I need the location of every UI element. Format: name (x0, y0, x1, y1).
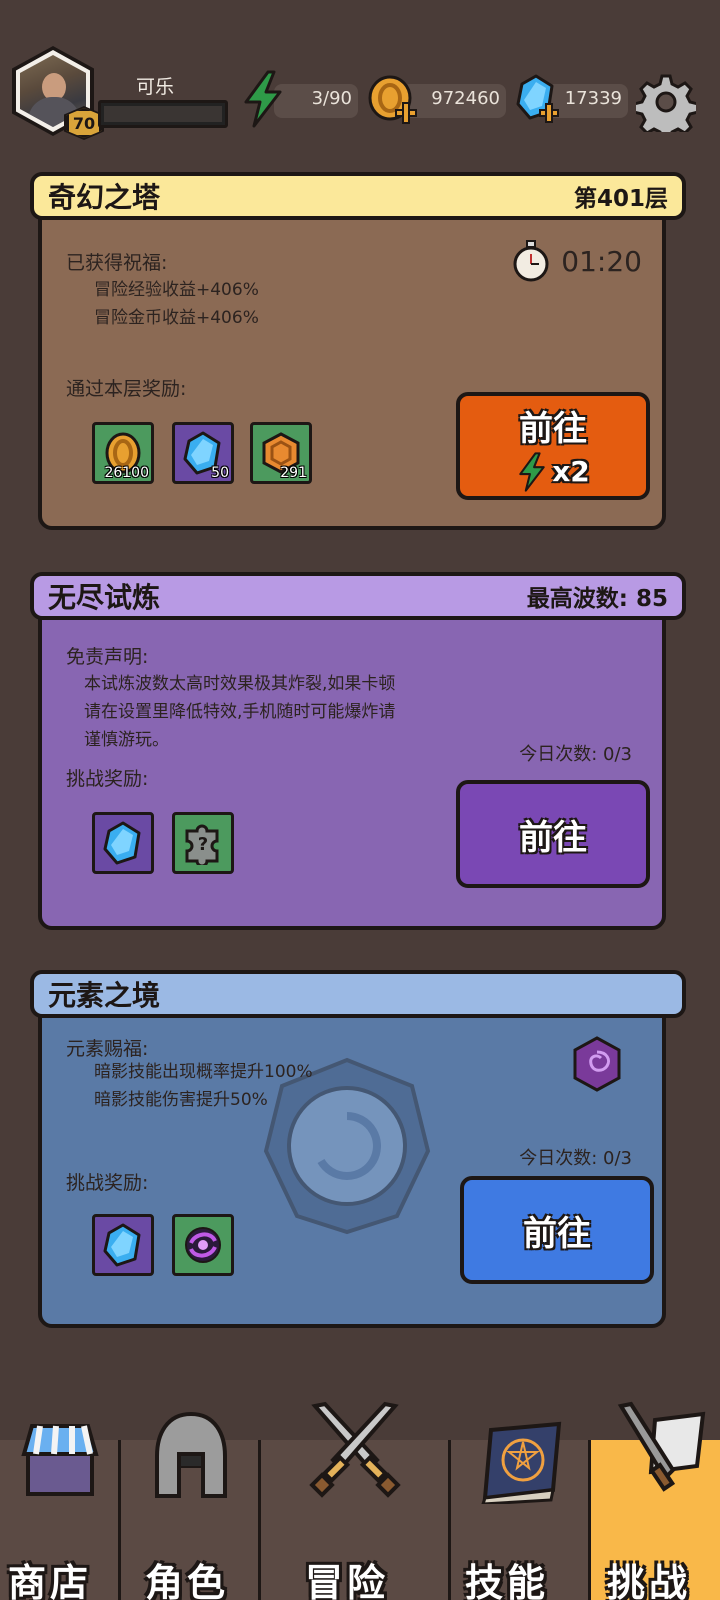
tab-skills-label: 技能 (465, 1561, 550, 1600)
tower-card: 已获得祝福: 冒险经验收益+406% 冒险金币收益+406% 01:20 通过本… (38, 206, 666, 530)
tower-go-label: 前往 (519, 408, 587, 449)
endless-disclaimer-line-2: 请在设置里降低特效,手机随时可能爆炸请 (84, 702, 396, 722)
tab-adventure[interactable]: 冒险 (258, 1401, 448, 1600)
gold-coin-plus-icon[interactable] (366, 74, 418, 128)
lightning-icon (519, 451, 545, 492)
tower-blessing-2: 冒险金币收益+406% (94, 308, 259, 328)
xp-bar-track (104, 106, 222, 122)
tab-character-label: 角色 (145, 1561, 230, 1600)
avatar[interactable]: 70 (12, 46, 104, 140)
shadow-vortex-icon (185, 1227, 221, 1263)
tower-reward-label: 通过本层奖励: (66, 378, 187, 400)
element-today-count: 今日次数: 0/3 (519, 1148, 632, 1169)
element-go-button[interactable]: 前往 (460, 1176, 654, 1284)
tab-challenge-label: 挑战 (607, 1561, 692, 1600)
tab-skills[interactable]: 技能 (448, 1421, 588, 1600)
element-reward-shadow[interactable] (172, 1214, 234, 1276)
tower-floor: 第401层 (573, 186, 668, 212)
tower-go-button[interactable]: 前往 x2 (456, 392, 650, 500)
endless-best-wave: 最高波数: 85 (526, 586, 668, 612)
endless-reward-mystery[interactable]: ? (172, 812, 234, 874)
element-blessing-label: 元素赐福: (66, 1038, 149, 1060)
tab-character[interactable]: 角色 (118, 1411, 258, 1600)
element-card: 元素赐福: 暗影技能出现概率提升100% 暗影技能伤害提升50% 今日次数: 0… (38, 1000, 666, 1328)
shop-icon (21, 1424, 99, 1496)
bottom-nav: 商店 角色 冒险 技能 挑战 (0, 1401, 720, 1600)
tower-reward-gem[interactable]: 50 (172, 422, 234, 484)
svg-text:?: ? (198, 834, 208, 855)
energy-counter[interactable]: 3/90 (274, 84, 358, 118)
endless-disclaimer-line-3: 谨慎游玩。 (84, 730, 169, 750)
tower-reward-gold[interactable]: 26100 (92, 422, 154, 484)
blue-gem-icon (103, 1223, 141, 1267)
stopwatch-icon (513, 240, 549, 282)
tower-cost: x2 (516, 451, 590, 492)
endless-disclaimer-line-1: 本试炼波数太高时效果极其炸裂,如果卡顿 (84, 674, 396, 694)
endless-reward-label: 挑战奖励: (66, 768, 149, 790)
blue-gem-icon (103, 821, 141, 865)
element-blessing-1: 暗影技能出现概率提升100% (94, 1062, 313, 1082)
energy-value: 3/90 (311, 88, 352, 109)
tab-shop-label: 商店 (8, 1561, 93, 1600)
tower-timer: 01:20 (511, 240, 642, 282)
tab-adventure-label: 冒险 (305, 1561, 390, 1600)
element-reward-label: 挑战奖励: (66, 1172, 149, 1194)
endless-disclaimer-label: 免责声明: (66, 646, 149, 668)
tab-challenge[interactable]: 挑战 (588, 1401, 720, 1600)
tower-cost-label: x2 (552, 455, 590, 488)
xp-bar (98, 100, 228, 128)
tower-reward-token[interactable]: 291 (250, 422, 312, 484)
tower-title: 奇幻之塔 (48, 181, 161, 214)
endless-title: 无尽试炼 (48, 581, 161, 614)
spellbook-icon (481, 1421, 562, 1504)
endless-go-button[interactable]: 前往 (456, 780, 650, 888)
endless-header: 无尽试炼 最高波数: 85 (30, 572, 686, 620)
gear-icon[interactable] (636, 72, 696, 132)
shadow-element-icon[interactable] (572, 1036, 622, 1092)
tab-shop[interactable]: 商店 (0, 1424, 118, 1600)
challenge-flag-icon (617, 1401, 706, 1492)
blue-gem-plus-icon[interactable] (514, 74, 560, 126)
gem-value: 17339 (564, 88, 622, 109)
element-go-label: 前往 (523, 1213, 591, 1254)
tower-blessing-label: 已获得祝福: (66, 252, 168, 274)
element-title: 元素之境 (48, 979, 161, 1012)
element-blessing-2: 暗影技能伤害提升50% (94, 1090, 268, 1110)
helmet-icon (155, 1411, 227, 1498)
lightning-icon (244, 70, 282, 128)
endless-reward-gem[interactable] (92, 812, 154, 874)
tower-timer-value: 01:20 (561, 244, 642, 278)
player-name: 可乐 (135, 76, 174, 98)
tower-header: 奇幻之塔 第401层 (30, 172, 686, 220)
endless-card: 免责声明: 本试炼波数太高时效果极其炸裂,如果卡顿 请在设置里降低特效,手机随时… (38, 600, 666, 930)
mystery-puzzle-icon: ? (185, 824, 219, 865)
tower-reward-token-count: 291 (280, 465, 307, 481)
tower-reward-gem-count: 50 (211, 465, 229, 481)
tower-blessing-1: 冒险经验收益+406% (94, 280, 259, 300)
crossed-swords-icon (309, 1401, 401, 1498)
endless-today-count: 今日次数: 0/3 (519, 744, 632, 765)
element-header: 元素之境 (30, 970, 686, 1018)
element-reward-gem[interactable] (92, 1214, 154, 1276)
tower-reward-gold-count: 26100 (104, 465, 149, 481)
endless-go-label: 前往 (519, 817, 587, 858)
gold-value: 972460 (431, 88, 500, 109)
top-hud: 70 可乐 3/90 972460 17339 (0, 40, 720, 150)
